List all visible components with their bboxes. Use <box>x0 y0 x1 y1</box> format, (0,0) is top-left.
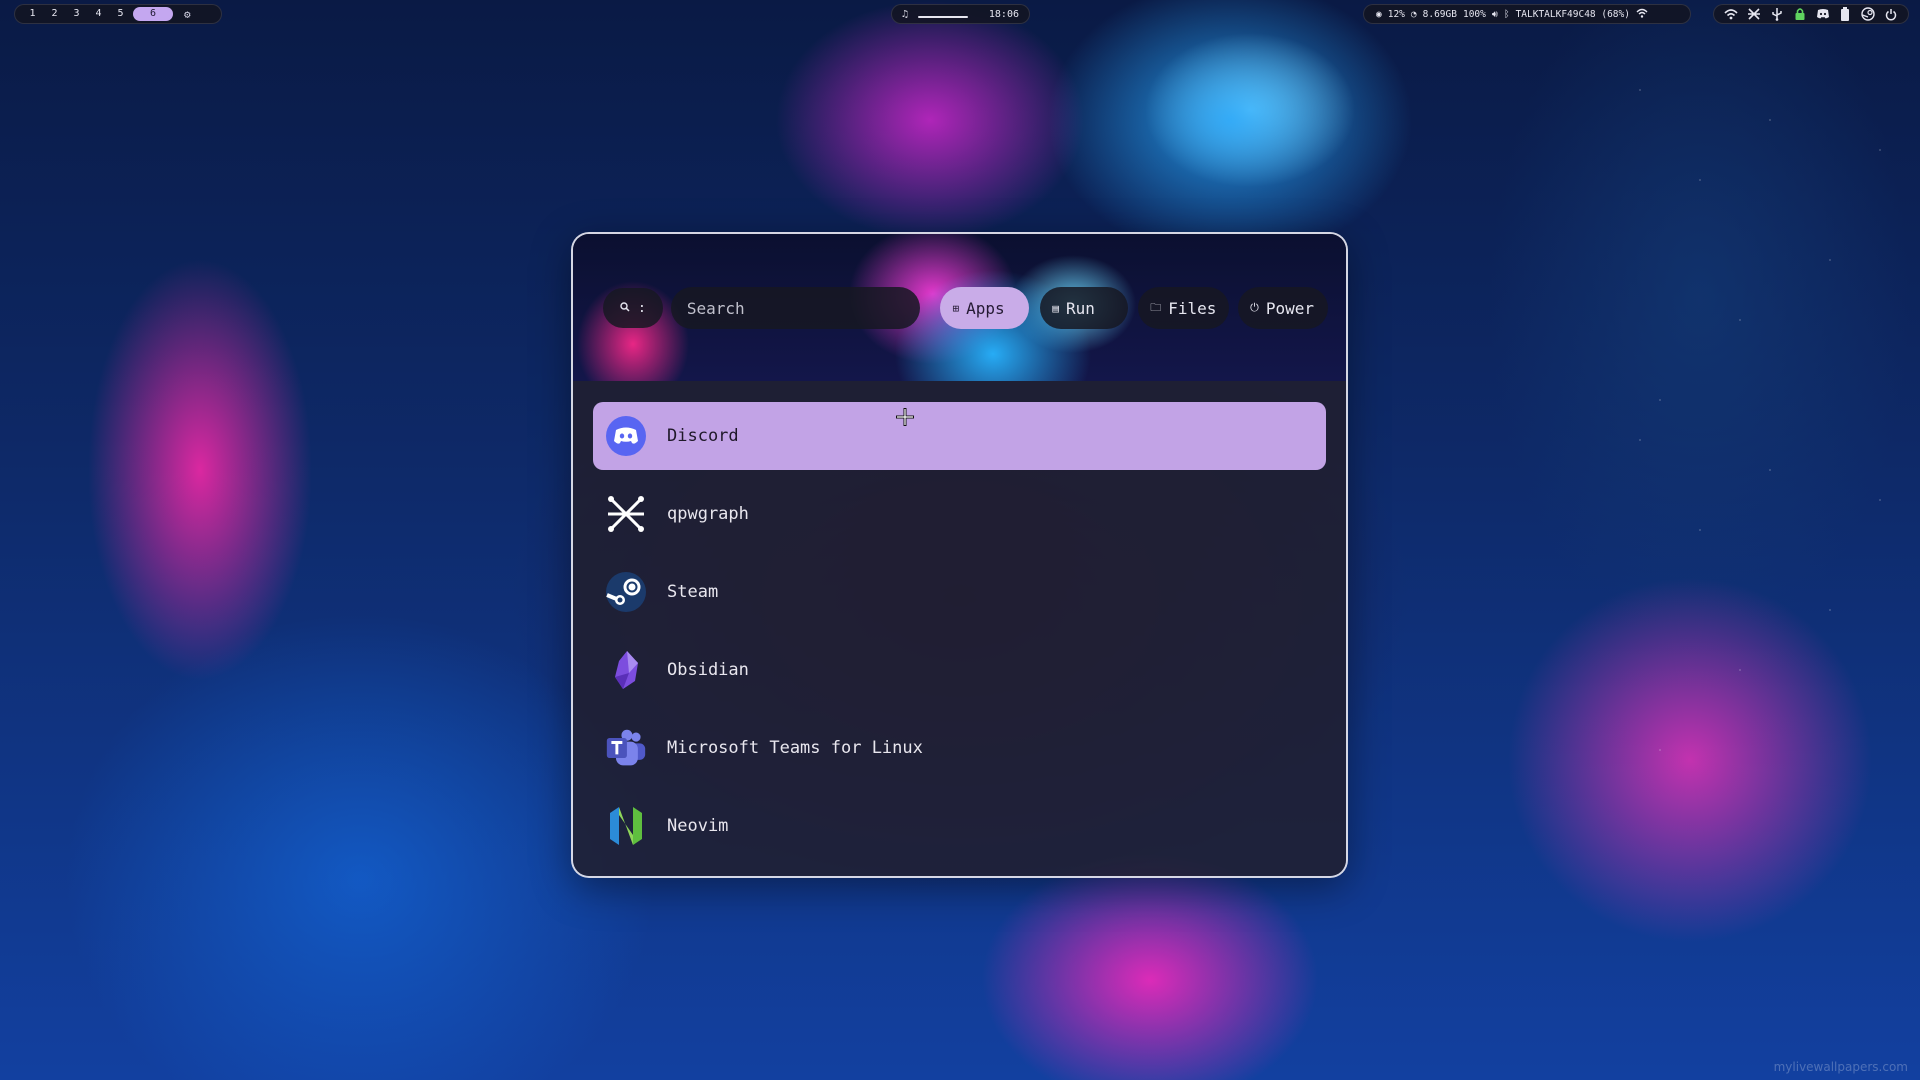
app-label: qpwgraph <box>667 504 749 524</box>
discord-icon[interactable] <box>1816 7 1830 21</box>
search-icon <box>620 301 630 316</box>
crosshair-cursor-icon <box>895 407 915 427</box>
network-name[interactable]: TALKTALKF49C48 (68%) <box>1516 9 1630 20</box>
app-item-discord[interactable]: Discord <box>593 402 1326 470</box>
search-input[interactable] <box>670 287 921 329</box>
memory-usage: 8.69GB <box>1422 8 1457 20</box>
app-label: Discord <box>667 426 739 446</box>
tab-power[interactable]: ⏻ Power <box>1238 287 1328 329</box>
teams-icon <box>605 727 647 769</box>
workspace-1[interactable]: 1 <box>23 7 42 21</box>
app-item-steam[interactable]: Steam <box>593 558 1326 626</box>
tab-run[interactable]: ▤ Run <box>1040 287 1129 329</box>
power-icon: ⏻ <box>1250 301 1259 314</box>
app-label: Microsoft Teams for Linux <box>667 738 923 758</box>
obsidian-icon <box>605 649 647 691</box>
wifi-icon[interactable] <box>1724 7 1738 21</box>
folder-icon: 🗀︎ <box>1150 300 1162 314</box>
media-progress-bar[interactable] <box>918 16 969 18</box>
tab-files[interactable]: 🗀︎ Files <box>1138 287 1230 329</box>
workspace-5[interactable]: 5 <box>111 7 130 21</box>
workspace-3[interactable]: 3 <box>67 7 86 21</box>
app-list: Discord qpwgraph Steam Obsidian Microsof <box>593 402 1326 870</box>
app-label: Neovim <box>667 816 729 836</box>
music-icon[interactable]: ♫ <box>902 9 908 20</box>
mode-prefix-chip[interactable]: : <box>603 288 663 328</box>
app-launcher: : ⊞ Apps ▤ Run 🗀︎ Files ⏻ Power Discord <box>571 232 1348 878</box>
system-tray <box>1713 4 1909 24</box>
tab-apps-label: Apps <box>966 298 1005 318</box>
mode-prefix: : <box>638 300 646 316</box>
app-label: Steam <box>667 582 719 602</box>
wallpaper-watermark: mylivewallpapers.com <box>1773 1060 1908 1074</box>
neovim-icon <box>605 805 647 847</box>
steam-icon <box>605 571 647 613</box>
app-item-teams[interactable]: Microsoft Teams for Linux <box>593 714 1326 782</box>
tab-power-label: Power <box>1265 298 1314 318</box>
bluetooth-icon[interactable]: ᛒ <box>1504 9 1510 20</box>
terminal-icon: ▤ <box>1052 301 1059 315</box>
tab-run-label: Run <box>1065 298 1095 318</box>
discord-icon <box>605 415 647 457</box>
qpwgraph-icon[interactable] <box>1747 7 1761 21</box>
battery-icon[interactable] <box>1839 7 1853 21</box>
app-item-neovim[interactable]: Neovim <box>593 792 1326 860</box>
app-item-qpwgraph[interactable]: qpwgraph <box>593 480 1326 548</box>
app-item-obsidian[interactable]: Obsidian <box>593 636 1326 704</box>
wifi-icon[interactable] <box>1636 8 1648 21</box>
cpu-icon: ◉ <box>1376 8 1382 20</box>
tab-apps[interactable]: ⊞ Apps <box>940 287 1030 329</box>
cpu-usage: 12% <box>1387 8 1405 20</box>
qpwgraph-icon <box>605 493 647 535</box>
usb-icon[interactable] <box>1770 7 1784 21</box>
workspace-4[interactable]: 4 <box>89 7 108 21</box>
lock-icon[interactable] <box>1793 7 1807 21</box>
gear-icon[interactable]: ⚙ <box>184 8 191 21</box>
wallpaper-stars <box>1620 60 1920 760</box>
app-label: Obsidian <box>667 660 749 680</box>
volume-level[interactable]: 100% <box>1463 9 1486 20</box>
system-stats: ◉ 12% ◔ 8.69GB 100% 🔊︎ ᛒ TALKTALKF49C48 … <box>1363 4 1691 24</box>
memory-icon: ◔ <box>1410 8 1417 20</box>
steam-icon[interactable] <box>1861 7 1875 21</box>
clock[interactable]: 18:06 <box>989 9 1019 20</box>
workspace-switcher: 1 2 3 4 5 6 ⚙ <box>14 4 222 24</box>
media-clock-widget: ♫ 18:06 <box>891 4 1030 24</box>
volume-icon[interactable]: 🔊︎ <box>1492 9 1498 20</box>
workspace-2[interactable]: 2 <box>45 7 64 21</box>
grid-icon: ⊞ <box>952 301 960 315</box>
launcher-search-row: : ⊞ Apps ▤ Run 🗀︎ Files ⏻ Power <box>603 286 1328 330</box>
tab-files-label: Files <box>1168 298 1217 318</box>
power-icon[interactable] <box>1884 7 1898 21</box>
workspace-6-active[interactable]: 6 <box>133 7 173 21</box>
